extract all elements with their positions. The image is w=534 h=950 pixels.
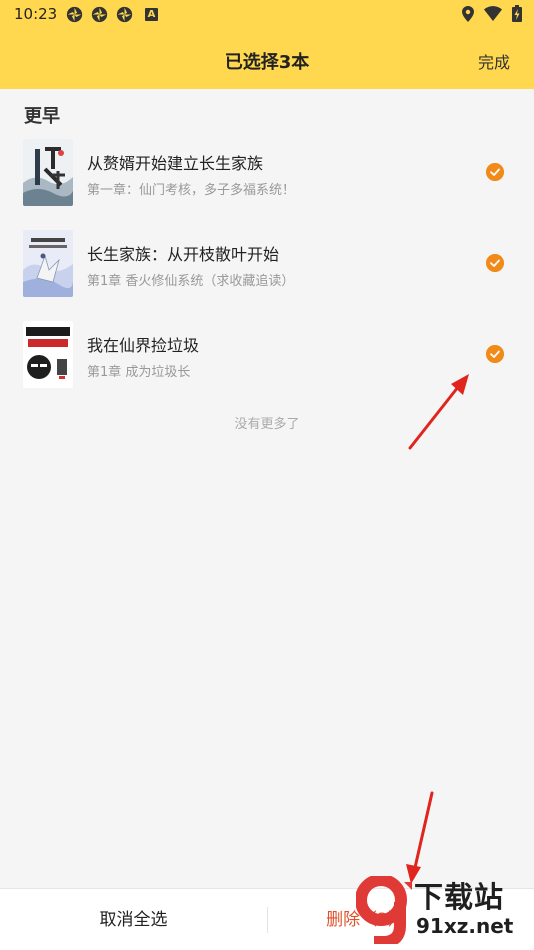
app-notification-icon bbox=[116, 6, 133, 23]
book-item[interactable]: 从赘婿开始建立长生家族 第一章：仙门考核，多子多福系统！ bbox=[0, 139, 534, 225]
location-icon bbox=[462, 5, 474, 22]
book-item[interactable]: 长生家族：从开枝散叶开始 第1章 香火修仙系统（求收藏追读） bbox=[0, 230, 534, 316]
watermark-logo-icon bbox=[356, 876, 412, 944]
book-cover bbox=[23, 321, 73, 388]
deselect-all-button[interactable]: 取消全选 bbox=[0, 889, 267, 950]
watermark-url: 91xz.net bbox=[416, 914, 514, 938]
header: 已选择3本 完成 bbox=[0, 28, 534, 89]
app-notification-icon bbox=[66, 6, 83, 23]
notification-icons: A bbox=[66, 6, 158, 23]
book-title: 长生家族：从开枝散叶开始 bbox=[87, 245, 280, 264]
book-latest-chapter: 第1章 香火修仙系统（求收藏追读） bbox=[87, 274, 295, 289]
site-watermark: 下载站 91xz.net bbox=[352, 870, 532, 948]
a-badge-icon: A bbox=[145, 8, 158, 21]
book-item[interactable]: 我在仙界捡垃圾 第1章 成为垃圾长 bbox=[0, 321, 534, 407]
book-cover bbox=[23, 139, 73, 206]
wifi-icon bbox=[484, 6, 502, 21]
checked-icon[interactable] bbox=[486, 345, 504, 363]
book-title: 我在仙界捡垃圾 bbox=[87, 336, 200, 355]
status-bar: 10:23 A bbox=[0, 0, 534, 28]
book-cover bbox=[23, 230, 73, 297]
battery-icon bbox=[512, 5, 522, 22]
done-button[interactable]: 完成 bbox=[478, 49, 510, 73]
book-latest-chapter: 第1章 成为垃圾长 bbox=[87, 365, 191, 380]
checked-icon[interactable] bbox=[486, 163, 504, 181]
book-latest-chapter: 第一章：仙门考核，多子多福系统！ bbox=[87, 183, 296, 198]
app-notification-icon bbox=[91, 6, 108, 23]
checked-icon[interactable] bbox=[486, 254, 504, 272]
system-icons bbox=[462, 5, 522, 22]
status-time: 10:23 bbox=[14, 5, 58, 23]
page-title: 已选择3本 bbox=[224, 52, 310, 73]
watermark-brand: 下载站 bbox=[414, 880, 505, 914]
no-more-text: 没有更多了 bbox=[234, 417, 300, 432]
book-title: 从赘婿开始建立长生家族 bbox=[87, 154, 264, 173]
section-title: 更早 bbox=[24, 106, 60, 127]
